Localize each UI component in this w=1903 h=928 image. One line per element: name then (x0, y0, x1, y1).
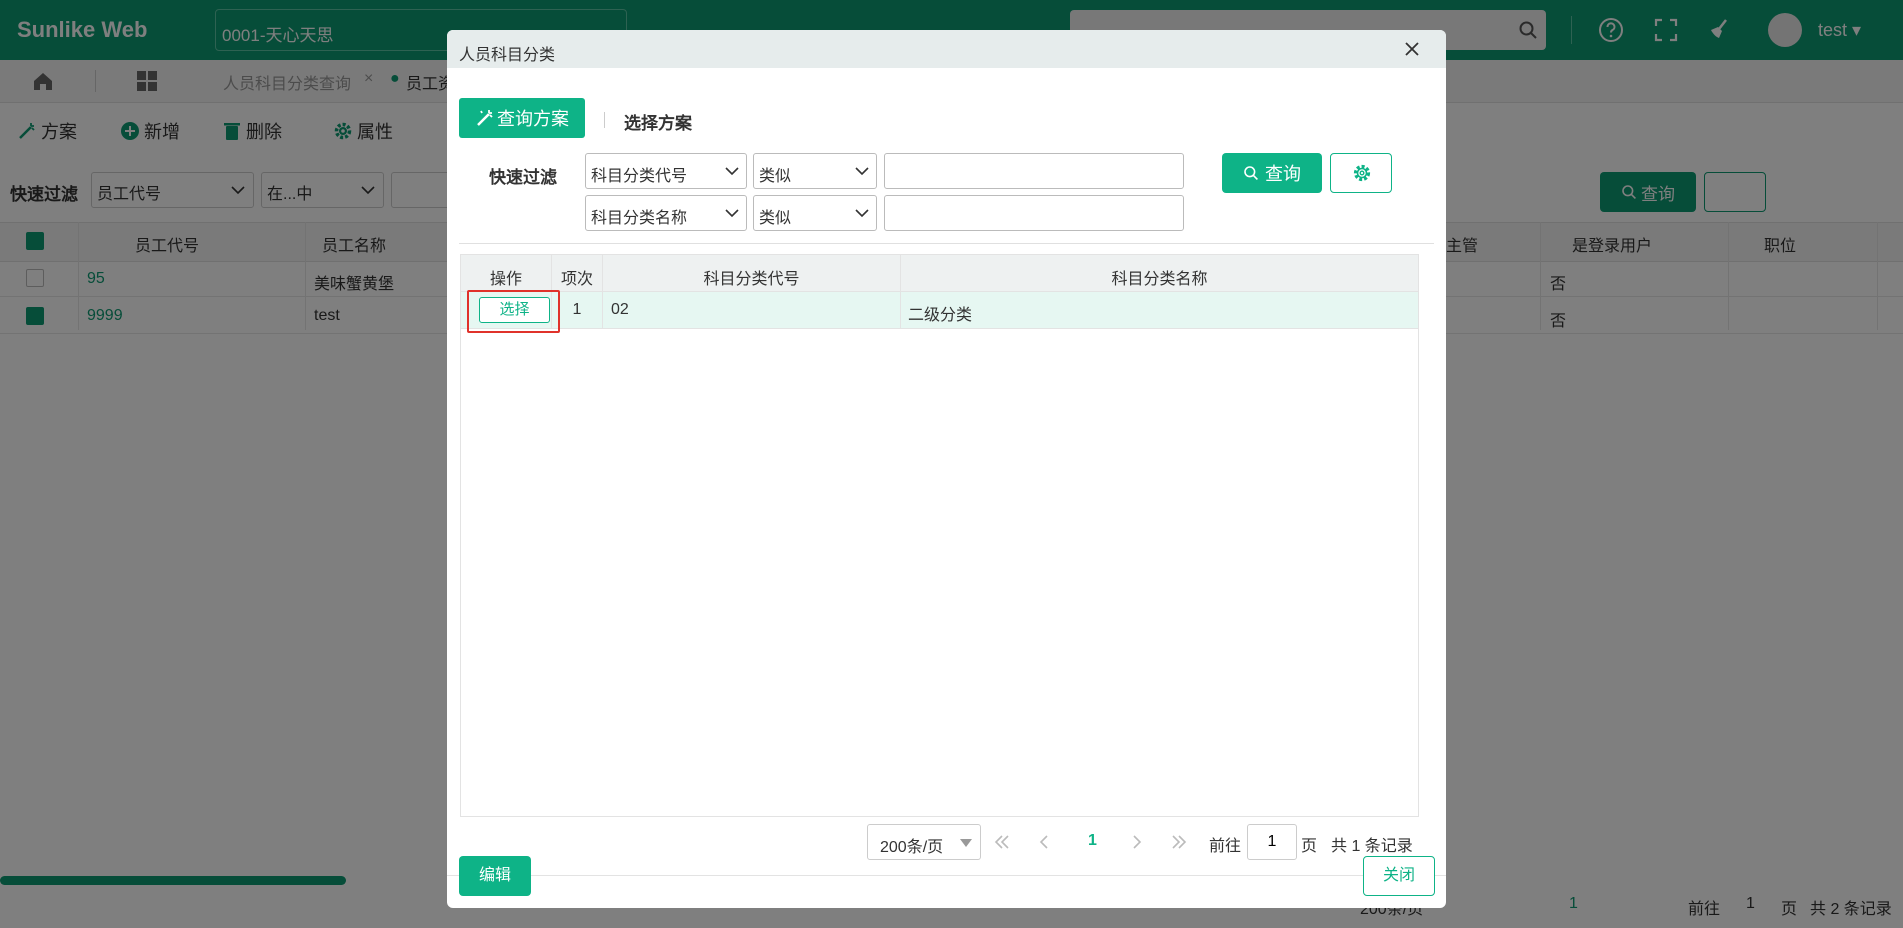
divider (459, 243, 1434, 244)
filter-operator-select-1[interactable]: 类似 (753, 153, 877, 189)
subject-category-dialog: 人员科目分类 查询方案 选择方案 快速过滤 科目分类代号 类似 科目分类名称 类… (447, 30, 1446, 908)
column-header-category-name: 科目分类名称 (1111, 271, 1208, 288)
choose-button[interactable]: 选择 (479, 297, 550, 323)
chevron-down-icon (725, 209, 739, 218)
page-unit: 页 (1301, 838, 1318, 855)
scheme-separator (604, 112, 605, 128)
search-icon (1244, 166, 1258, 180)
page-size-select[interactable]: 200条/页 (867, 824, 981, 860)
category-code: 02 (611, 301, 629, 318)
category-name: 二级分类 (908, 307, 973, 324)
caret-down-icon (960, 839, 972, 847)
dialog-header: 人员科目分类 (447, 30, 1446, 68)
edit-button[interactable]: 编辑 (459, 856, 531, 896)
footer-divider (447, 875, 1446, 876)
select-scheme-link[interactable]: 选择方案 (624, 109, 692, 134)
filter-field-select-1[interactable]: 科目分类代号 (585, 153, 747, 189)
filter-settings-button[interactable] (1330, 153, 1392, 193)
row-index: 1 (572, 301, 582, 318)
chevron-down-icon (855, 167, 869, 176)
filter-operator-select-2[interactable]: 类似 (753, 195, 877, 231)
column-line (602, 255, 603, 328)
filter-value-input-2[interactable] (884, 195, 1184, 231)
last-page-icon[interactable] (1169, 832, 1189, 852)
column-header-category-code: 科目分类代号 (703, 271, 800, 288)
search-button[interactable]: 查询 (1222, 153, 1322, 193)
filter-value-input-1[interactable] (884, 153, 1184, 189)
column-header-index: 项次 (560, 271, 593, 288)
quick-filter-label: 快速过滤 (489, 168, 557, 187)
column-header-action: 操作 (489, 271, 522, 288)
goto-label: 前往 (1209, 838, 1242, 855)
previous-page-icon[interactable] (1034, 832, 1054, 852)
current-page[interactable]: 1 (1088, 832, 1097, 850)
gear-icon (1353, 164, 1371, 182)
query-scheme-button[interactable]: 查询方案 (459, 98, 585, 138)
result-table: 操作 项次 科目分类代号 科目分类名称 选择 1 02 二级分类 (460, 254, 1419, 817)
dialog-title: 人员科目分类 (459, 47, 556, 64)
goto-page-input[interactable] (1247, 824, 1297, 860)
next-page-icon[interactable] (1127, 832, 1147, 852)
chevron-down-icon (725, 167, 739, 176)
column-line (900, 255, 901, 328)
magic-wand-icon (477, 110, 493, 126)
chevron-down-icon (855, 209, 869, 218)
close-button[interactable]: 关闭 (1363, 856, 1435, 896)
first-page-icon[interactable] (992, 832, 1012, 852)
filter-field-select-2[interactable]: 科目分类名称 (585, 195, 747, 231)
close-icon[interactable] (1400, 37, 1424, 61)
